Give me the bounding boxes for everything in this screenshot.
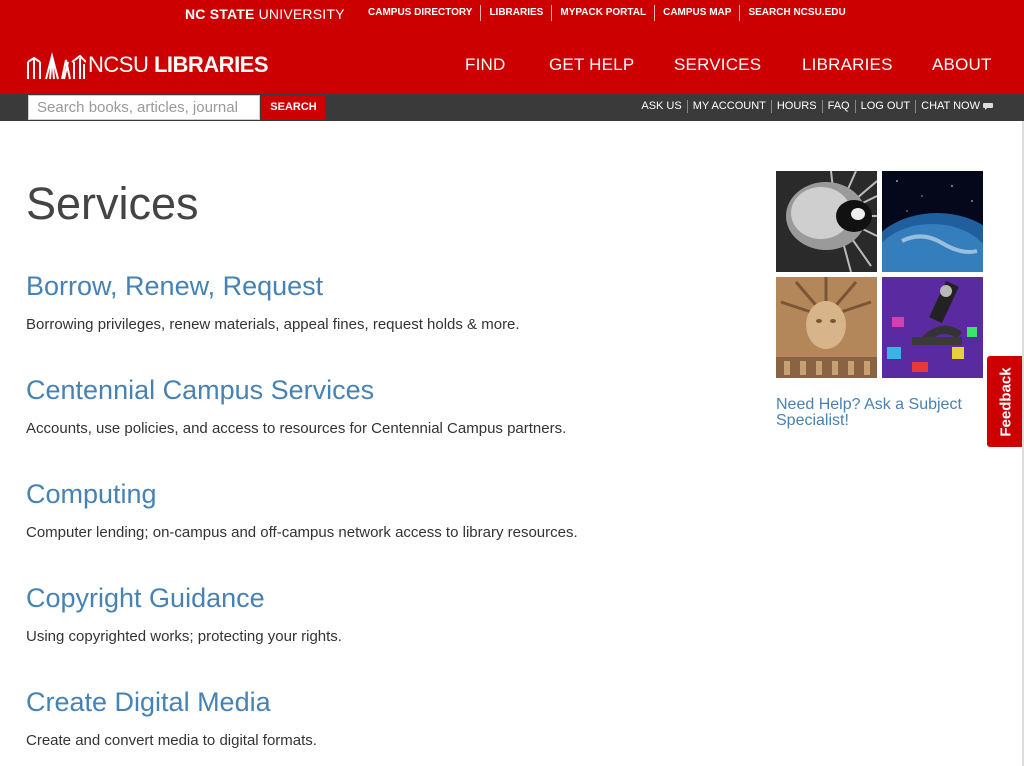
- service-description: Borrowing privileges, renew materials, a…: [26, 316, 520, 333]
- service-title-link[interactable]: Copyright Guidance: [26, 582, 726, 614]
- campus-directory-link[interactable]: CAMPUS DIRECTORY: [360, 5, 482, 21]
- service-title-link[interactable]: Create Digital Media: [26, 686, 726, 718]
- utility-nav: ASK US MY ACCOUNT HOURS FAQ LOG OUT CHAT…: [636, 100, 994, 113]
- hours-link[interactable]: HOURS: [772, 100, 823, 113]
- ask-us-link[interactable]: ASK US: [636, 100, 688, 113]
- my-account-link[interactable]: MY ACCOUNT: [688, 100, 772, 113]
- turbine-image: [776, 171, 877, 272]
- search-ncsu-link[interactable]: SEARCH NCSU.EDU: [740, 5, 853, 21]
- page-title: Services: [26, 178, 199, 229]
- service-item: Centennial Campus Services Accounts, use…: [26, 374, 726, 437]
- service-title-link[interactable]: Computing: [26, 478, 726, 510]
- campus-map-link[interactable]: CAMPUS MAP: [655, 5, 741, 21]
- libraries-link[interactable]: LIBRARIES: [481, 5, 553, 21]
- speech-bubble-icon: [983, 102, 993, 110]
- service-item: Computing Computer lending; on-campus an…: [26, 478, 726, 541]
- nav-get-help[interactable]: GET HELP: [549, 55, 634, 75]
- service-item: Create Digital Media Create and convert …: [26, 686, 726, 749]
- service-title-link[interactable]: Borrow, Renew, Request: [26, 270, 726, 302]
- feedback-label: Feedback: [997, 366, 1014, 437]
- nav-about[interactable]: ABOUT: [932, 55, 992, 75]
- service-title-link[interactable]: Centennial Campus Services: [26, 374, 726, 406]
- nav-find[interactable]: FIND: [465, 55, 505, 75]
- log-out-link[interactable]: LOG OUT: [856, 100, 917, 113]
- search-button[interactable]: SEARCH: [261, 95, 326, 120]
- service-description: Computer lending; on-campus and off-camp…: [26, 524, 578, 541]
- university-bar: NC STATE UNIVERSITY CAMPUS DIRECTORY LIB…: [0, 0, 1024, 28]
- service-description: Using copyrighted works; protecting your…: [26, 628, 342, 645]
- earth-image: [882, 171, 983, 272]
- image-grid: [776, 171, 983, 378]
- chat-now-label: CHAT NOW: [921, 100, 980, 112]
- search-input[interactable]: [28, 95, 260, 120]
- service-description: Create and convert media to digital form…: [26, 732, 317, 749]
- university-links: CAMPUS DIRECTORY LIBRARIES MYPACK PORTAL…: [360, 5, 854, 21]
- microscope-image: [882, 277, 983, 378]
- service-item: Borrow, Renew, Request Borrowing privile…: [26, 270, 726, 333]
- service-description: Accounts, use policies, and access to re…: [26, 420, 567, 437]
- chat-now-link[interactable]: CHAT NOW: [916, 100, 994, 113]
- main-nav: FIND GET HELP SERVICES LIBRARIES ABOUT: [0, 55, 1024, 79]
- mypack-portal-link[interactable]: MYPACK PORTAL: [552, 5, 656, 21]
- sculpture-image: [776, 277, 877, 378]
- service-item: Copyright Guidance Using copyrighted wor…: [26, 582, 726, 645]
- feedback-tab[interactable]: Feedback: [987, 356, 1024, 447]
- nc-state-wordmark[interactable]: NC STATE UNIVERSITY: [185, 6, 345, 22]
- faq-link[interactable]: FAQ: [823, 100, 856, 113]
- nav-libraries[interactable]: LIBRARIES: [802, 55, 893, 75]
- subject-specialist-link[interactable]: Need Help? Ask a Subject Specialist!: [776, 397, 996, 429]
- nav-services[interactable]: SERVICES: [674, 55, 761, 75]
